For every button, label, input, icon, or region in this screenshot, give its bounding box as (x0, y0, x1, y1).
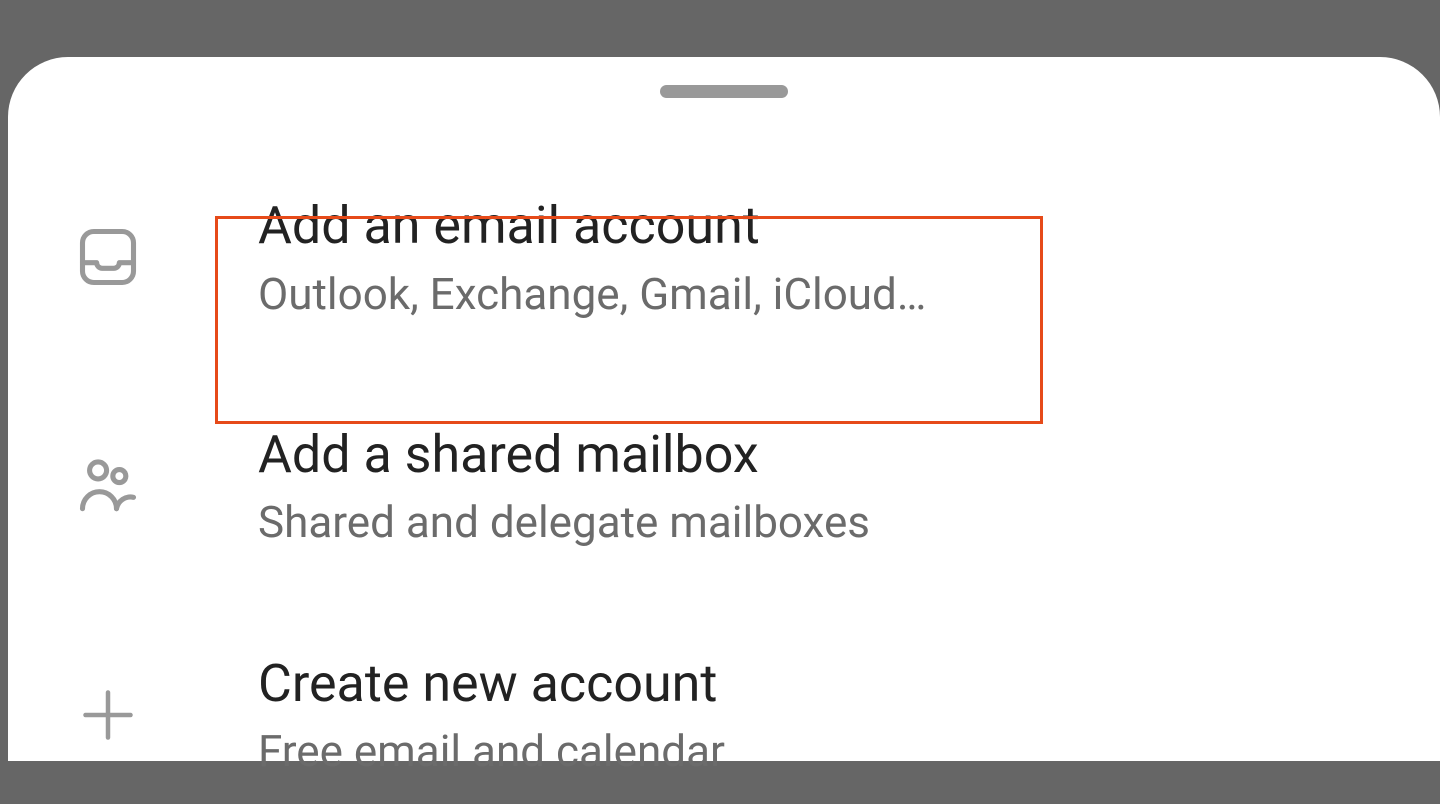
menu-item-text: Add a shared mailbox Shared and delegate… (258, 421, 870, 552)
inbox-icon (68, 217, 148, 297)
menu-list: Add an email account Outlook, Exchange, … (8, 98, 1440, 804)
menu-item-subtitle: Shared and delegate mailboxes (258, 494, 870, 551)
menu-item-create-new-account[interactable]: Create new account Free email and calend… (68, 626, 1440, 804)
menu-item-add-email-account[interactable]: Add an email account Outlook, Exchange, … (68, 168, 1440, 347)
bottom-sheet: Add an email account Outlook, Exchange, … (8, 57, 1440, 761)
people-icon (68, 446, 148, 526)
menu-item-title: Add an email account (258, 192, 926, 260)
menu-item-subtitle: Free email and calendar (258, 723, 725, 780)
menu-item-title: Add a shared mailbox (258, 421, 870, 489)
drag-handle[interactable] (660, 85, 788, 98)
menu-item-text: Add an email account Outlook, Exchange, … (258, 192, 926, 323)
menu-item-subtitle: Outlook, Exchange, Gmail, iCloud… (258, 266, 926, 323)
menu-item-title: Create new account (258, 650, 725, 718)
plus-icon (68, 675, 148, 755)
backdrop-content (80, 30, 130, 50)
menu-item-add-shared-mailbox[interactable]: Add a shared mailbox Shared and delegate… (68, 397, 1440, 576)
